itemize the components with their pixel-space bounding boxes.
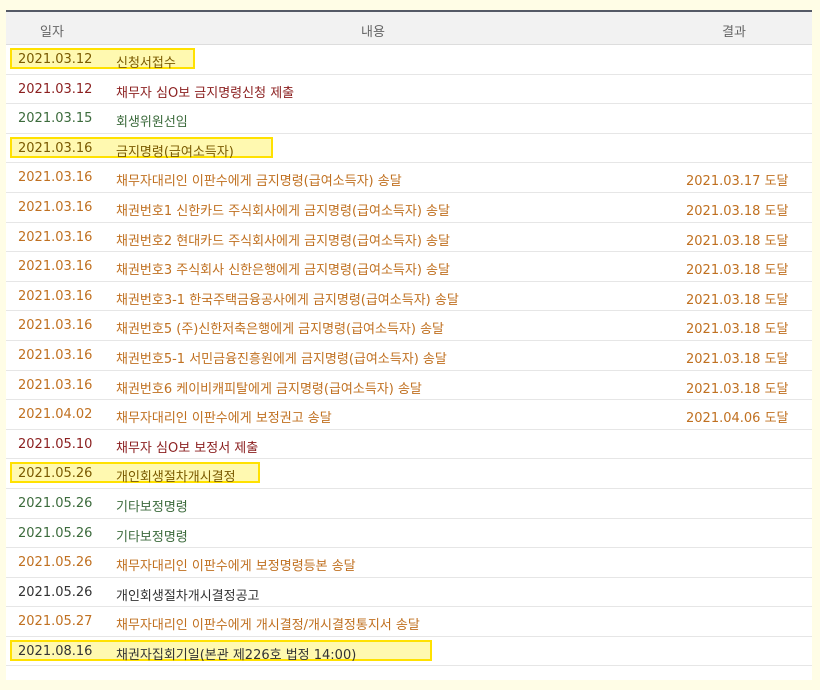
row-content: 채권번호1 신한카드 주식회사에게 금지명령(급여소득자) 송달 — [116, 203, 450, 219]
row-date: 2021.03.16 — [18, 347, 93, 363]
row-date: 2021.05.26 — [18, 584, 93, 600]
row-content: 회생위원선임 — [116, 115, 188, 131]
table-row: 2021.05.27 채무자대리인 이판수에게 개시결정/개시결정통지서 송달 — [6, 607, 812, 637]
row-content: 채권번호5 (주)신한저축은행에게 금지명령(급여소득자) 송달 — [116, 322, 444, 338]
row-result: 2021.03.18 도달 — [686, 322, 789, 338]
table-row: 2021.03.16 채권번호6 케이비캐피탈에게 금지명령(급여소득자) 송달 2… — [6, 371, 812, 401]
row-result: 2021.03.18 도달 — [686, 292, 789, 308]
table-row: 2021.04.02 채무자대리인 이판수에게 보정권고 송달 2021.04.06… — [6, 400, 812, 430]
row-content: 신청서접수 — [116, 56, 176, 71]
row-content: 채무자대리인 이판수에게 보정명령등본 송달 — [116, 559, 356, 575]
table-row: 2021.03.16 금지명령(급여소득자) — [6, 134, 812, 164]
table-row: 2021.03.16 채권번호1 신한카드 주식회사에게 금지명령(급여소득자) … — [6, 193, 812, 223]
row-date: 2021.05.27 — [18, 614, 93, 630]
row-date: 2021.05.26 — [18, 555, 93, 571]
row-date: 2021.03.16 — [18, 170, 93, 186]
table-row: 2021.05.26 개인회생절차개시결정공고 — [6, 578, 812, 608]
row-content: 채권번호6 케이비캐피탈에게 금지명령(급여소득자) 송달 — [116, 381, 422, 397]
row-content: 채권번호5-1 서민금융진흥원에게 금지명령(급여소득자) 송달 — [116, 351, 447, 367]
row-content: 채권번호2 현대카드 주식회사에게 금지명령(급여소득자) 송달 — [116, 233, 450, 249]
row-date: 2021.05.26 — [18, 525, 93, 541]
table-row: 2021.03.16 채권번호3 주식회사 신한은행에게 금지명령(급여소득자) … — [6, 252, 812, 282]
row-date: 2021.03.16 — [18, 259, 93, 275]
row-result: 2021.03.18 도달 — [686, 263, 789, 279]
row-content: 채권자집회기일(본관 제226호 법정 14:00) — [116, 647, 357, 663]
row-date: 2021.05.10 — [18, 436, 93, 452]
row-date: 2021.03.16 — [18, 199, 93, 215]
table-header: 일자 내용 결과 — [6, 10, 812, 45]
row-content: 채무자대리인 이판수에게 보정권고 송달 — [116, 411, 332, 427]
row-result: 2021.03.18 도달 — [686, 233, 789, 249]
table-row: 2021.03.12 신청서접수 — [6, 45, 812, 75]
row-content: 채무자 심O보 보정서 제출 — [116, 440, 259, 456]
row-date: 2021.03.16 — [18, 318, 93, 334]
table-row: 2021.03.16 채권번호2 현대카드 주식회사에게 금지명령(급여소득자) … — [6, 223, 812, 253]
table-body: 2021.03.12 신청서접수 2021.03.12 채무자 심O보 금지명령신청 … — [6, 45, 812, 667]
row-content: 채무자 심O보 금지명령신청 제출 — [116, 85, 295, 101]
row-date: 2021.03.12 — [18, 52, 93, 67]
row-date: 2021.03.12 — [18, 81, 93, 97]
header-result: 결과 — [722, 25, 746, 40]
row-date: 2021.03.16 — [18, 377, 93, 393]
header-date: 일자 — [40, 25, 64, 40]
row-date: 2021.08.16 — [18, 643, 93, 659]
row-date: 2021.03.16 — [18, 229, 93, 245]
row-date: 2021.05.26 — [18, 495, 93, 511]
row-date: 2021.03.16 — [18, 140, 93, 156]
table-row: 2021.03.16 채무자대리인 이판수에게 금지명령(급여소득자) 송달 202… — [6, 163, 812, 193]
row-date: 2021.03.16 — [18, 288, 93, 304]
row-date: 2021.04.02 — [18, 407, 93, 423]
row-date: 2021.05.26 — [18, 466, 93, 482]
row-result: 2021.04.06 도달 — [686, 411, 789, 427]
row-content: 채권번호3 주식회사 신한은행에게 금지명령(급여소득자) 송달 — [116, 263, 450, 279]
case-history-table: 일자 내용 결과 2021.03.12 신청서접수 2021.03.12 채무자 심O… — [6, 10, 812, 680]
row-content: 개인회생절차개시결정공고 — [116, 588, 260, 604]
table-row: 2021.05.10 채무자 심O보 보정서 제출 — [6, 430, 812, 460]
table-row: 2021.03.15 회생위원선임 — [6, 104, 812, 134]
header-content: 내용 — [361, 25, 385, 40]
table-row: 2021.03.12 채무자 심O보 금지명령신청 제출 — [6, 75, 812, 105]
table-row: 2021.05.26 개인회생절차개시결정 — [6, 459, 812, 489]
row-content: 기타보정명령 — [116, 499, 188, 515]
row-content: 금지명령(급여소득자) — [116, 144, 234, 160]
row-content: 개인회생절차개시결정 — [116, 470, 236, 486]
row-content: 기타보정명령 — [116, 529, 188, 545]
table-row: 2021.03.16 채권번호3-1 한국주택금융공사에게 금지명령(급여소득자)… — [6, 282, 812, 312]
row-content: 채무자대리인 이판수에게 금지명령(급여소득자) 송달 — [116, 174, 402, 190]
row-content: 채무자대리인 이판수에게 개시결정/개시결정통지서 송달 — [116, 618, 420, 634]
row-result: 2021.03.18 도달 — [686, 381, 789, 397]
row-result: 2021.03.18 도달 — [686, 203, 789, 219]
table-row: 2021.03.16 채권번호5 (주)신한저축은행에게 금지명령(급여소득자) … — [6, 311, 812, 341]
row-result: 2021.03.18 도달 — [686, 351, 789, 367]
table-row: 2021.05.26 기타보정명령 — [6, 519, 812, 549]
table-row: 2021.05.26 채무자대리인 이판수에게 보정명령등본 송달 — [6, 548, 812, 578]
row-content: 채권번호3-1 한국주택금융공사에게 금지명령(급여소득자) 송달 — [116, 292, 459, 308]
table-row: 2021.08.16 채권자집회기일(본관 제226호 법정 14:00) — [6, 637, 812, 667]
table-row: 2021.05.26 기타보정명령 — [6, 489, 812, 519]
row-date: 2021.03.15 — [18, 111, 93, 127]
row-result: 2021.03.17 도달 — [686, 174, 789, 190]
table-row: 2021.03.16 채권번호5-1 서민금융진흥원에게 금지명령(급여소득자) … — [6, 341, 812, 371]
